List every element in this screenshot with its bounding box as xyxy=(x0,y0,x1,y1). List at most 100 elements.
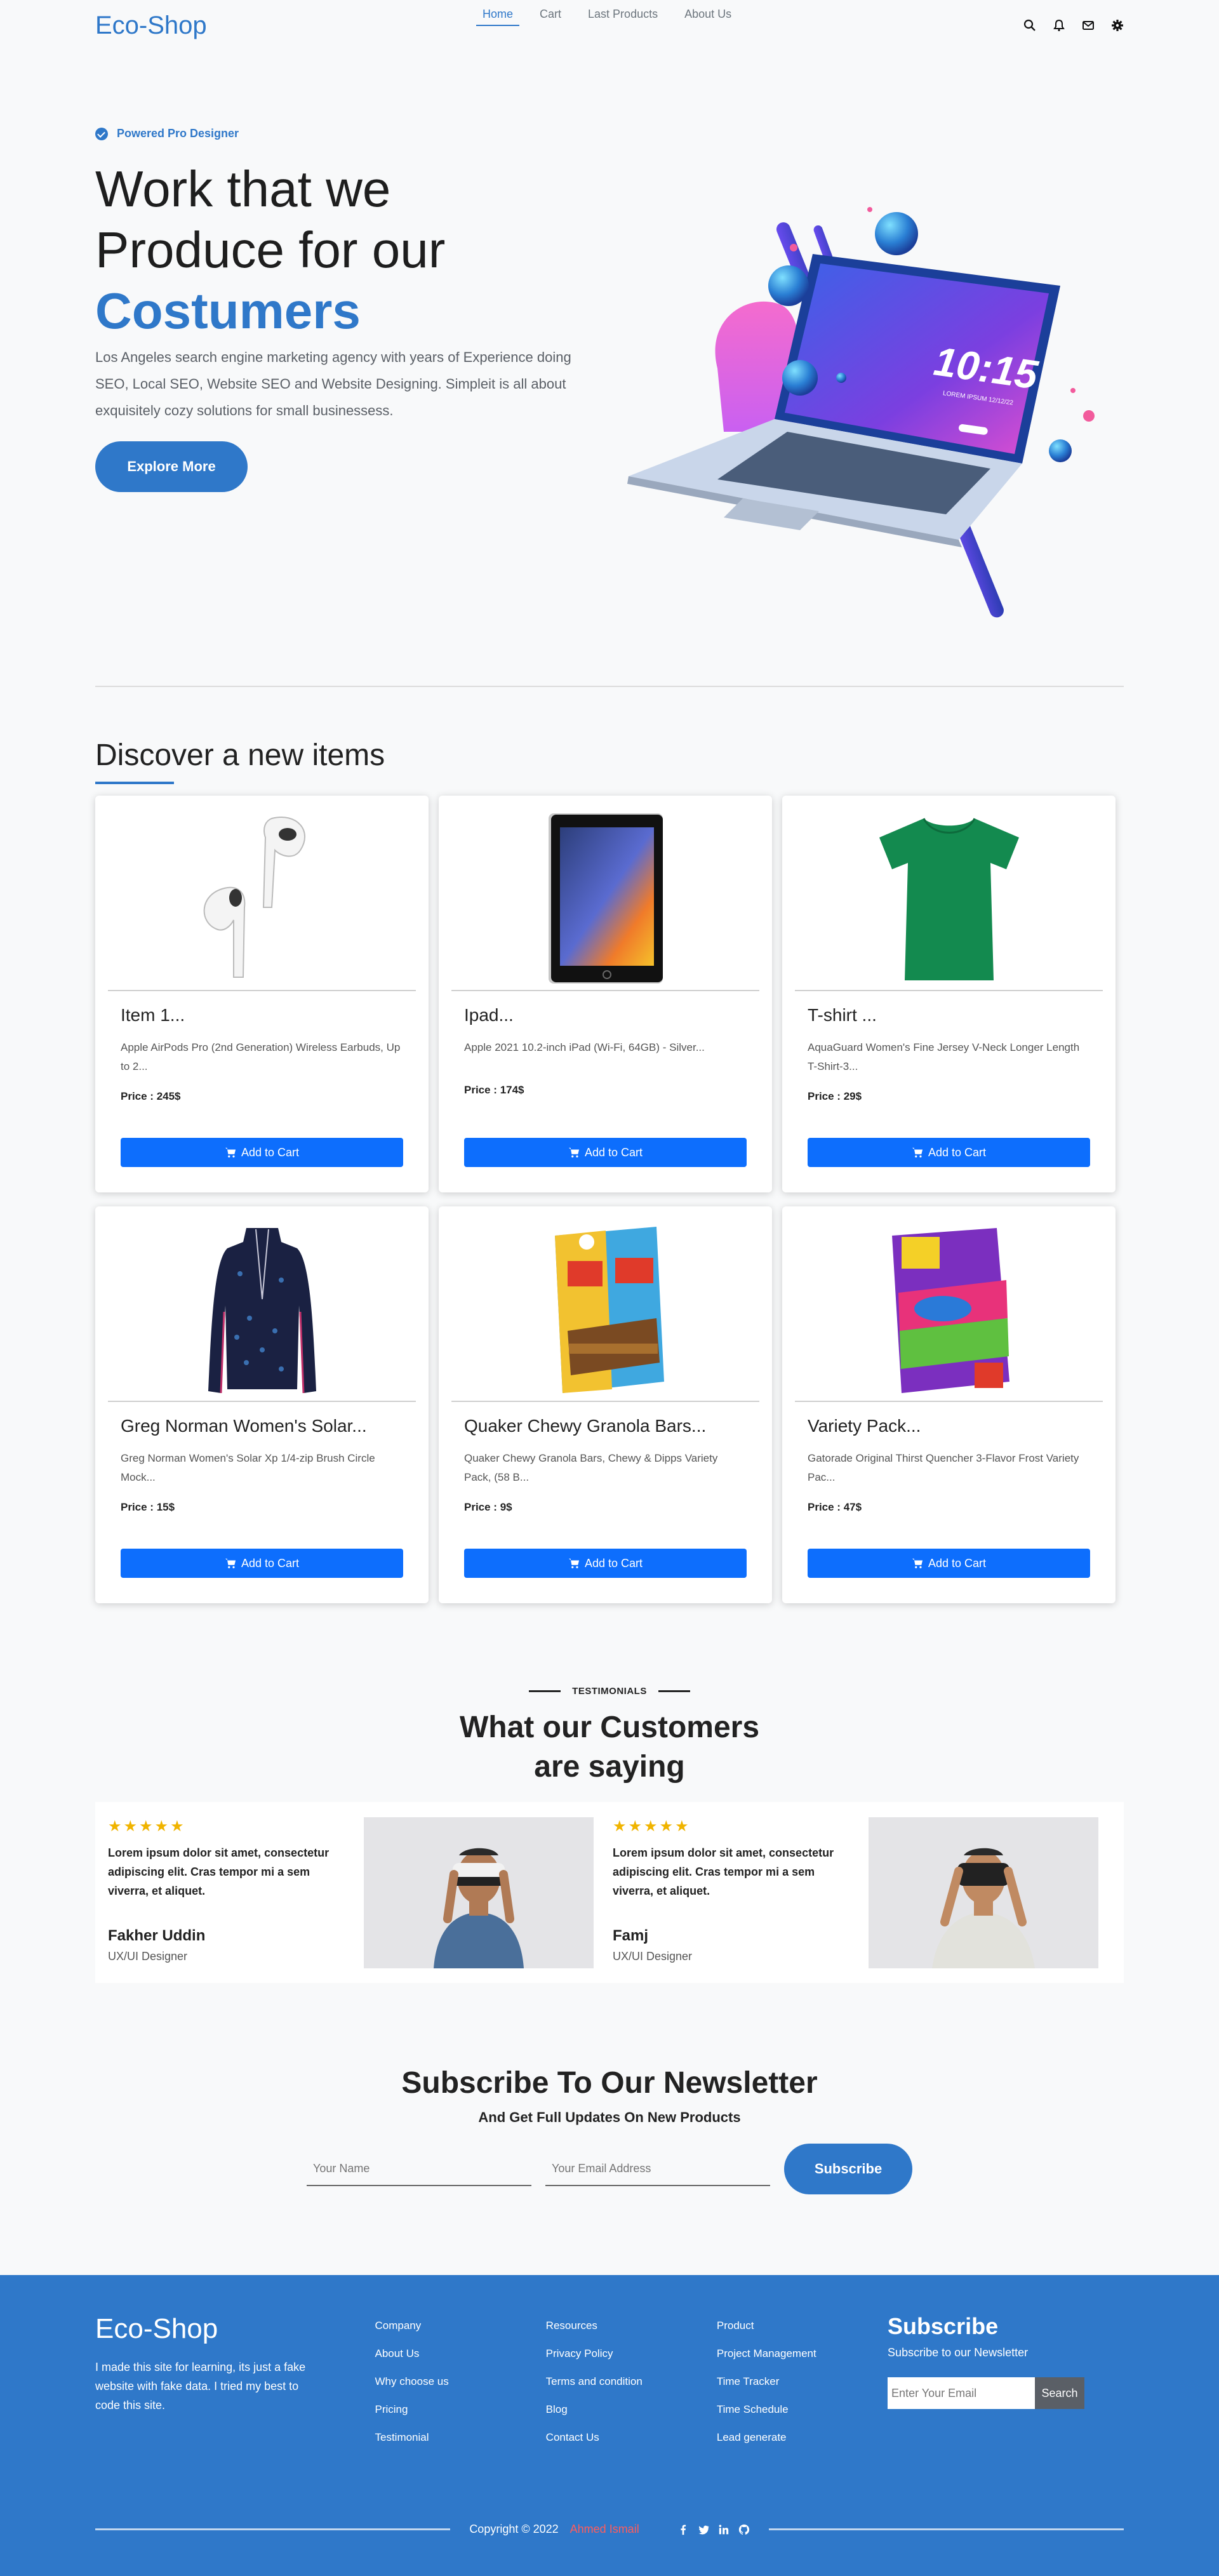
product-title[interactable]: Item 1... xyxy=(121,1005,403,1025)
cart-icon xyxy=(568,1558,580,1568)
footer-link-blog[interactable]: Blog xyxy=(546,2403,717,2416)
product-image-variety-pack[interactable] xyxy=(795,1218,1103,1402)
github-icon[interactable] xyxy=(738,2524,750,2535)
product-image-ipad[interactable] xyxy=(451,807,759,991)
product-image-airpods[interactable] xyxy=(108,807,416,991)
gear-icon[interactable] xyxy=(1111,19,1124,32)
product-title[interactable]: Quaker Chewy Granola Bars... xyxy=(464,1416,747,1436)
product-description: Apple AirPods Pro (2nd Generation) Wirel… xyxy=(121,1041,401,1072)
brand-logo[interactable]: Eco-Shop xyxy=(95,11,207,40)
footer-search-button[interactable]: Search xyxy=(1035,2377,1085,2409)
nav-cart[interactable]: Cart xyxy=(533,4,568,26)
newsletter-form: Subscribe xyxy=(95,2144,1124,2194)
product-image-jacket[interactable] xyxy=(108,1218,416,1402)
add-to-cart-button[interactable]: Add to Cart xyxy=(808,1138,1090,1167)
twitter-icon[interactable] xyxy=(698,2524,709,2535)
testimonials-section: TESTIMONIALS What our Customers are sayi… xyxy=(95,1686,1124,1983)
add-to-cart-button[interactable]: Add to Cart xyxy=(121,1549,403,1578)
testimonial-photo xyxy=(869,1817,1098,1968)
footer-divider-right xyxy=(768,2528,1124,2530)
footer-link-pricing[interactable]: Pricing xyxy=(375,2403,545,2416)
footer-brand[interactable]: Eco-Shop xyxy=(95,2313,375,2345)
add-to-cart-label: Add to Cart xyxy=(928,1556,987,1570)
footer-link-product[interactable]: Product xyxy=(717,2319,888,2332)
check-circle-icon xyxy=(95,127,108,140)
search-icon[interactable] xyxy=(1023,19,1036,32)
cart-icon xyxy=(912,1558,923,1568)
footer-divider-left xyxy=(95,2528,451,2530)
footer-link-time-tracker[interactable]: Time Tracker xyxy=(717,2375,888,2388)
product-card: Variety Pack... Gatorade Original Thirst… xyxy=(782,1206,1116,1603)
copyright: Copyright © 2022 Ahmed Ismail xyxy=(469,2523,639,2536)
footer-link-company[interactable]: Company xyxy=(375,2319,545,2332)
product-title[interactable]: Ipad... xyxy=(464,1005,747,1025)
nav-about-us[interactable]: About Us xyxy=(678,4,738,26)
cart-icon xyxy=(568,1147,580,1158)
add-to-cart-button[interactable]: Add to Cart xyxy=(464,1549,747,1578)
product-title[interactable]: Greg Norman Women's Solar... xyxy=(121,1416,403,1436)
hero-badge: Powered Pro Designer xyxy=(95,127,239,140)
laptop-illustration: 10:15 LOREM IPSUM 12/12/22 xyxy=(627,207,1095,618)
footer-link-terms[interactable]: Terms and condition xyxy=(546,2375,717,2388)
footer-link-contact-us[interactable]: Contact Us xyxy=(546,2431,717,2444)
star-rating: ★★★★★ xyxy=(613,1818,691,1835)
footer-link-resources[interactable]: Resources xyxy=(546,2319,717,2332)
top-navbar: Eco-Shop Home Cart Last Products About U… xyxy=(0,0,1219,51)
nav-home[interactable]: Home xyxy=(476,4,520,26)
product-card: T-shirt ... AquaGuard Women's Fine Jerse… xyxy=(782,796,1116,1192)
bell-icon[interactable] xyxy=(1053,19,1065,32)
copyright-text: Copyright © 2022 xyxy=(469,2523,559,2535)
product-image-tshirt[interactable] xyxy=(795,807,1103,991)
linkedin-icon[interactable] xyxy=(718,2524,729,2535)
email-input[interactable] xyxy=(545,2152,770,2186)
hero-title-line1: Work that we xyxy=(95,161,391,217)
nav-last-products[interactable]: Last Products xyxy=(582,4,664,26)
hero-badge-text: Powered Pro Designer xyxy=(117,127,239,140)
testimonial-card: ★★★★★ Lorem ipsum dolor sit amet, consec… xyxy=(108,1817,613,1983)
mail-icon[interactable] xyxy=(1082,19,1095,32)
testimonial-role: UX/UI Designer xyxy=(108,1950,188,1963)
footer-column-product: Product Project Management Time Tracker … xyxy=(717,2313,888,2459)
product-description: Gatorade Original Thirst Quencher 3-Flav… xyxy=(808,1452,1079,1483)
product-price: Price : 29$ xyxy=(808,1090,862,1102)
add-to-cart-button[interactable]: Add to Cart xyxy=(464,1138,747,1167)
nav-links: Home Cart Last Products About Us xyxy=(476,4,738,26)
product-image-granola[interactable] xyxy=(451,1218,759,1402)
footer-link-project-management[interactable]: Project Management xyxy=(717,2347,888,2360)
product-price: Price : 245$ xyxy=(121,1090,181,1102)
testimonials-title-line1: What our Customers xyxy=(459,1711,760,1744)
footer-link-lead-generate[interactable]: Lead generate xyxy=(717,2431,888,2444)
name-input[interactable] xyxy=(307,2152,531,2186)
title-underline xyxy=(95,782,174,784)
facebook-icon[interactable] xyxy=(677,2524,689,2535)
explore-more-button[interactable]: Explore More xyxy=(95,441,248,492)
testimonials-carousel: ★★★★★ Lorem ipsum dolor sit amet, consec… xyxy=(95,1802,1124,1983)
footer-link-why-choose-us[interactable]: Why choose us xyxy=(375,2375,545,2388)
cart-icon xyxy=(912,1147,923,1158)
product-price: Price : 9$ xyxy=(464,1501,512,1513)
product-description: AquaGuard Women's Fine Jersey V-Neck Lon… xyxy=(808,1041,1080,1072)
footer-subscribe: Subscribe Subscribe to our Newsletter Se… xyxy=(888,2313,1124,2459)
testimonial-quote: Lorem ipsum dolor sit amet, consectetur … xyxy=(613,1846,834,1897)
footer-link-testimonial[interactable]: Testimonial xyxy=(375,2431,545,2444)
add-to-cart-label: Add to Cart xyxy=(928,1145,987,1159)
footer-link-time-schedule[interactable]: Time Schedule xyxy=(717,2403,888,2416)
product-title[interactable]: T-shirt ... xyxy=(808,1005,1090,1025)
product-card: Item 1... Apple AirPods Pro (2nd Generat… xyxy=(95,796,429,1192)
footer-link-about-us[interactable]: About Us xyxy=(375,2347,545,2360)
hero-title: Work that we Produce for our Costumers xyxy=(95,159,616,342)
author-link[interactable]: Ahmed Ismail xyxy=(570,2523,639,2535)
add-to-cart-label: Add to Cart xyxy=(241,1556,300,1570)
footer-subscribe-subtitle: Subscribe to our Newsletter xyxy=(888,2346,1029,2359)
testimonial-name: Famj xyxy=(613,1927,649,1944)
product-price: Price : 15$ xyxy=(121,1501,175,1513)
add-to-cart-button[interactable]: Add to Cart xyxy=(121,1138,403,1167)
footer-email-input[interactable] xyxy=(888,2377,1036,2409)
footer-column-company: Company About Us Why choose us Pricing T… xyxy=(375,2313,545,2459)
testimonial-quote: Lorem ipsum dolor sit amet, consectetur … xyxy=(108,1846,330,1897)
testimonial-role: UX/UI Designer xyxy=(613,1950,693,1963)
product-title[interactable]: Variety Pack... xyxy=(808,1416,1090,1436)
subscribe-button[interactable]: Subscribe xyxy=(784,2144,912,2194)
footer-link-privacy-policy[interactable]: Privacy Policy xyxy=(546,2347,717,2360)
add-to-cart-button[interactable]: Add to Cart xyxy=(808,1549,1090,1578)
